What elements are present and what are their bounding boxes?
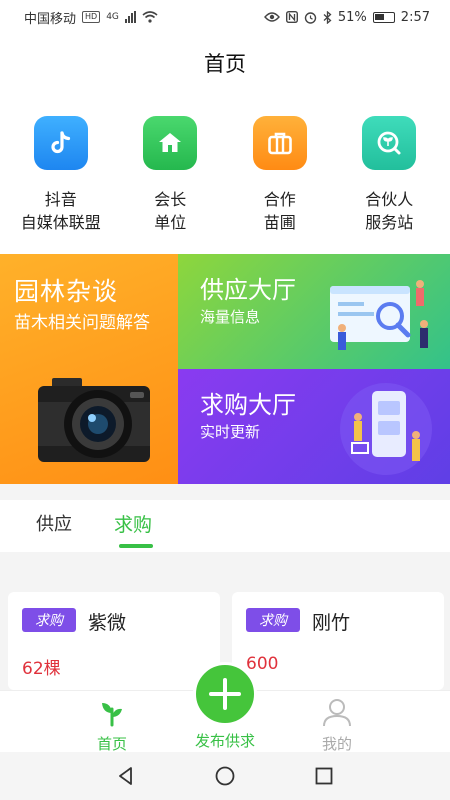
banner-title: 求购大厅 [200,391,296,419]
user-icon [323,699,351,727]
plant-quantity: 62棵 [22,659,61,679]
page-title: 首页 [204,52,246,76]
plant-name: 刚竹 [312,612,351,634]
quick-link-partner[interactable]: 合伙人 服务站 [335,92,445,254]
home-icon [143,116,198,170]
battery-icon [372,11,395,23]
nav-label: 首页 [96,735,127,753]
tab-demand[interactable]: 求购 [114,510,152,537]
alarm-icon [304,11,317,24]
quick-links: 抖音 自媒体联盟 会长 单位 合作 苗圃 合伙人 服务站 [0,92,450,254]
banner-subtitle: 苗木相关问题解答 [14,313,150,333]
banner-subtitle: 实时更新 [200,423,261,441]
quick-link-tiktok[interactable]: 抖音 自媒体联盟 [6,92,116,254]
tab-supply[interactable]: 供应 [36,510,72,536]
quick-link-line1: 抖音 [44,190,77,209]
sprout-icon [102,703,122,727]
nav-mine[interactable]: 我的 [297,695,377,754]
nav-home[interactable]: 首页 [72,695,152,754]
back-icon[interactable] [115,765,137,787]
nav-label: 我的 [321,735,352,753]
wifi-icon [142,11,158,23]
active-tab-indicator [119,544,153,548]
tiktok-icon [33,116,88,170]
banner-title: 园林杂谈 [14,277,119,306]
camera-icon [38,378,150,462]
search-plant-icon [362,116,417,170]
banner-grid: 园林杂谈 苗木相关问题解答 供应大厅 海量信息 求购大厅 实时更新 [0,254,450,484]
quick-link-line1: 合伙人 [365,190,414,209]
supply-illustration-icon [330,280,428,350]
demand-illustration-icon [340,383,432,475]
bluetooth-icon [323,10,332,24]
system-nav [0,752,450,800]
nfc-icon [285,11,298,23]
quick-link-line1: 合作 [263,190,296,209]
demand-tag: 求购 [246,608,300,632]
banner-garden-talk[interactable]: 园林杂谈 苗木相关问题解答 [0,254,178,484]
home-circle-icon[interactable] [214,765,236,787]
publish-label: 发布供求 [194,732,255,750]
list-tabs: 供应 求购 [0,500,450,552]
eye-icon [263,12,280,22]
quick-link-nursery[interactable]: 合作 苗圃 [225,92,335,254]
demand-tag: 求购 [22,608,76,632]
banner-supply-hall[interactable]: 供应大厅 海量信息 [178,254,450,369]
quick-link-line2: 服务站 [365,213,414,232]
hd-badge: HD [82,11,101,23]
quick-link-line2: 自媒体联盟 [20,213,101,232]
signal-icon [124,11,136,23]
banner-title: 供应大厅 [200,276,296,304]
battery-percent: 51% [337,9,367,25]
plant-name: 紫微 [88,612,127,634]
clock: 2:57 [400,9,430,25]
quick-link-president[interactable]: 会长 单位 [116,92,226,254]
plus-icon [193,662,257,726]
quick-link-line2: 单位 [154,213,187,232]
banner-demand-hall[interactable]: 求购大厅 实时更新 [178,369,450,484]
carrier-label: 中国移动 [24,11,77,27]
briefcase-icon [252,116,307,170]
status-bar: 中国移动 HD 4G 51% 2:57 [0,0,450,34]
network-label: 4G [106,12,119,22]
quick-link-line1: 会长 [154,190,187,209]
publish-button[interactable]: 发布供求 [185,662,265,751]
recents-icon[interactable] [313,765,335,787]
banner-subtitle: 海量信息 [200,308,261,326]
quick-link-line2: 苗圃 [263,213,296,232]
app-header: 首页 [0,34,450,92]
